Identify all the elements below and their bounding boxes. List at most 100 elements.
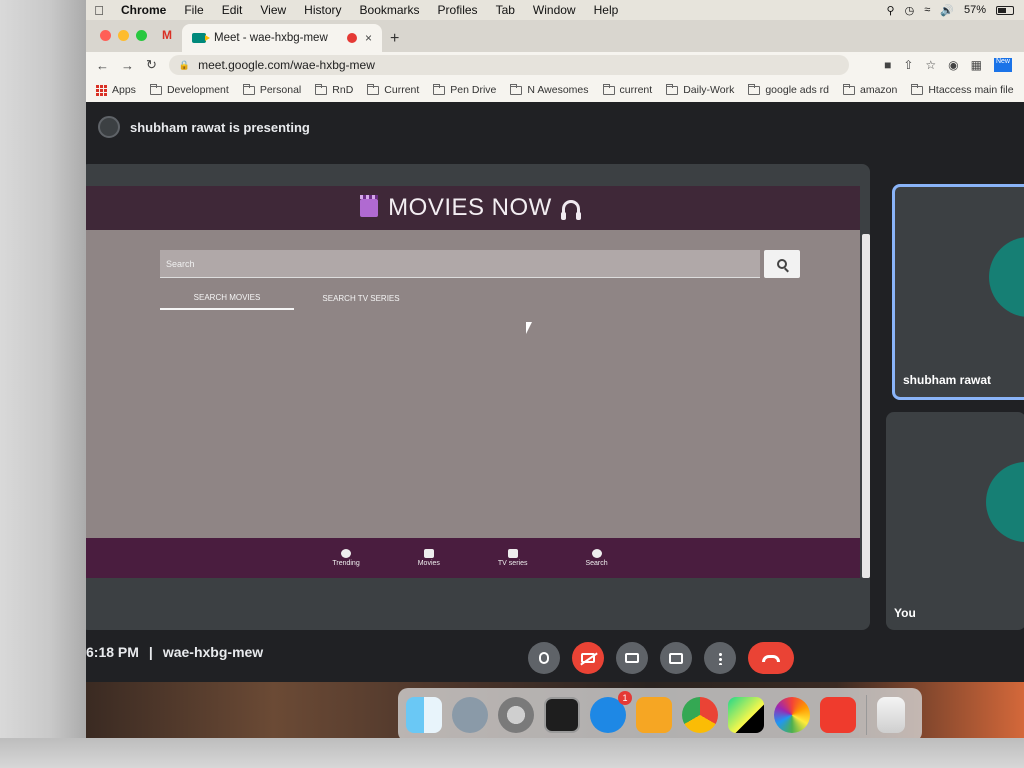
bookmark-folder[interactable]: amazon	[842, 83, 897, 96]
url-text[interactable]: meet.google.com/wae-hxbg-mew	[198, 58, 375, 72]
app-store-icon[interactable]: 1	[590, 691, 632, 733]
bookmark-label: Pen Drive	[450, 84, 497, 96]
search-icon	[591, 549, 602, 558]
bookmark-label: google ads rd	[765, 84, 829, 96]
toolbar-actions: ■ ⇧ ☆ ◉ ▦ New	[884, 58, 1024, 72]
search-type-tabs: SEARCH MOVIES SEARCH TV SERIES	[160, 286, 428, 310]
menu-file[interactable]: File	[175, 3, 212, 17]
captions-button[interactable]	[616, 642, 648, 674]
nav-trending[interactable]: Trending	[332, 538, 360, 578]
tab-search-movies[interactable]: SEARCH MOVIES	[160, 286, 294, 310]
battery-icon[interactable]	[996, 5, 1014, 15]
menu-profiles[interactable]: Profiles	[429, 3, 487, 17]
extension-icon[interactable]: ◉	[948, 58, 958, 72]
menu-window[interactable]: Window	[524, 3, 585, 17]
bookmark-folder[interactable]: google ads rd	[748, 83, 829, 96]
tab-meet[interactable]: Meet - wae-hxbg-mew ×	[182, 24, 382, 52]
bookmark-folder[interactable]: current	[602, 83, 653, 96]
battery-percent: 57%	[963, 4, 986, 16]
shared-screen-scrollbar[interactable]	[862, 234, 870, 578]
tab-close-button[interactable]: ×	[365, 31, 372, 45]
camera-off-button[interactable]	[572, 642, 604, 674]
reload-icon[interactable]: ↻	[146, 57, 157, 73]
lock-icon[interactable]: 🔒	[179, 60, 190, 71]
bookmark-label: N Awesomes	[527, 84, 589, 96]
camera-in-use-icon[interactable]: ■	[884, 58, 891, 72]
bookmark-folder[interactable]: Htaccess main file	[911, 83, 1014, 96]
wifi-icon[interactable]: ≈	[924, 4, 930, 16]
spotlight-icon[interactable]: ⚲	[887, 4, 895, 17]
bookmark-folder[interactable]: N Awesomes	[510, 83, 589, 96]
volume-icon[interactable]: 🔊	[940, 4, 954, 17]
nav-search[interactable]: Search	[585, 538, 608, 578]
meet-control-bar: 6:18 PM | wae-hxbg-mew	[86, 632, 1024, 682]
back-arrow-icon[interactable]: ←	[96, 58, 109, 73]
sublime-text-icon[interactable]	[636, 697, 672, 733]
leave-call-button[interactable]	[748, 642, 794, 674]
menu-history[interactable]: History	[295, 3, 350, 17]
chrome-icon[interactable]	[682, 697, 718, 733]
bookmark-label: Htaccess main file	[928, 84, 1014, 96]
participant-tile-self[interactable]: You	[886, 412, 1024, 630]
microphone-button[interactable]	[528, 642, 560, 674]
omnibox[interactable]: 🔒 meet.google.com/wae-hxbg-mew	[168, 55, 849, 75]
fullscreen-window-button[interactable]	[136, 30, 147, 41]
menu-bookmarks[interactable]: Bookmarks	[351, 3, 429, 17]
menu-view[interactable]: View	[251, 3, 295, 17]
meeting-info-separator: |	[148, 644, 153, 660]
terminal-icon[interactable]	[544, 697, 580, 733]
minimize-window-button[interactable]	[118, 30, 129, 41]
menu-edit[interactable]: Edit	[213, 3, 252, 17]
folder-icon	[666, 83, 679, 95]
captions-icon	[625, 653, 639, 663]
shared-screen[interactable]: MOVIES NOW Search SEARCH MOVIES SEARCH T…	[86, 186, 860, 578]
bookmark-folder[interactable]: RnD	[315, 83, 354, 96]
photos-icon[interactable]	[774, 697, 810, 733]
bookmark-folder[interactable]: Daily-Work	[666, 83, 734, 96]
participant-tile[interactable]: shubham rawat	[892, 184, 1024, 400]
nav-tv-series[interactable]: TV series	[498, 538, 527, 578]
close-window-button[interactable]	[100, 30, 111, 41]
bookmarks-bar: Apps Development Personal RnD Current Pe…	[86, 78, 1024, 102]
present-now-button[interactable]	[660, 642, 692, 674]
movie-search-button[interactable]	[764, 250, 800, 278]
bookmark-apps[interactable]: Apps	[96, 84, 136, 96]
menu-app-chrome[interactable]: Chrome	[112, 3, 175, 17]
gmail-pinned-tab[interactable]: M	[162, 28, 172, 42]
new-tab-button[interactable]: +	[390, 30, 399, 48]
meeting-code[interactable]: wae-hxbg-mew	[163, 644, 263, 660]
bookmark-folder[interactable]: Pen Drive	[433, 83, 497, 96]
menu-tab[interactable]: Tab	[487, 3, 524, 17]
pycharm-icon[interactable]	[728, 697, 764, 733]
bookmark-star-icon[interactable]: ☆	[925, 58, 936, 72]
movies-now-header: MOVIES NOW	[86, 186, 860, 230]
time-machine-icon[interactable]: ◷	[905, 4, 915, 17]
launchpad-icon[interactable]	[452, 697, 488, 733]
finder-icon[interactable]	[406, 697, 442, 733]
trending-icon	[341, 549, 352, 558]
anydesk-icon[interactable]	[820, 697, 856, 733]
nav-label: Search	[585, 560, 608, 567]
clapperboard-icon	[360, 195, 379, 217]
movie-search-input[interactable]: Search	[160, 250, 760, 278]
more-options-button[interactable]	[704, 642, 736, 674]
folder-icon	[315, 83, 328, 95]
share-icon[interactable]: ⇧	[903, 58, 913, 72]
movie-search-row: Search	[160, 250, 800, 280]
new-extension-badge[interactable]: New	[993, 58, 1012, 72]
more-vert-icon	[718, 651, 722, 665]
bookmark-folder[interactable]: Personal	[242, 83, 301, 96]
bookmark-folder[interactable]: Development	[149, 83, 229, 96]
translate-extension-icon[interactable]: ▦	[971, 58, 982, 72]
apple-icon[interactable]: 	[86, 3, 112, 18]
trash-icon[interactable]	[877, 697, 905, 733]
tab-search-tv-series[interactable]: SEARCH TV SERIES	[294, 286, 428, 310]
bookmark-label: current	[619, 84, 653, 96]
forward-arrow-icon[interactable]: →	[121, 58, 134, 73]
system-preferences-icon[interactable]	[498, 697, 534, 733]
bookmark-folder[interactable]: Current	[367, 83, 419, 96]
nav-movies[interactable]: Movies	[418, 538, 440, 578]
bookmark-label: RnD	[332, 84, 354, 96]
folder-icon	[510, 83, 523, 95]
menu-help[interactable]: Help	[585, 3, 628, 17]
